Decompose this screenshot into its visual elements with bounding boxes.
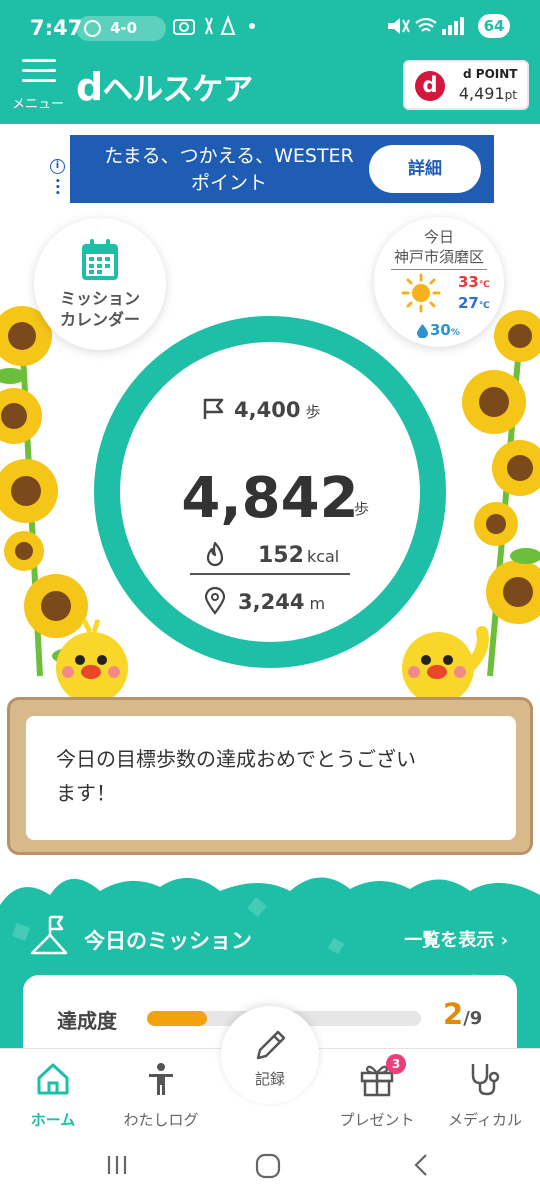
raindrop-icon — [417, 324, 428, 338]
system-status-icons: 64 — [386, 14, 510, 38]
dpoint-label-d: d — [463, 67, 472, 81]
pencil-icon — [256, 1030, 286, 1060]
ad-menu-dots-icon: • • • — [55, 177, 61, 199]
achievement-label: 達成度 — [57, 1009, 117, 1033]
mission-calendar-button[interactable]: ミッション カレンダー — [34, 218, 166, 350]
weather-high-value: 33 — [458, 273, 479, 291]
chevron-right-icon: › — [500, 930, 508, 951]
ad-info-icon[interactable]: i • • • — [45, 135, 70, 203]
flame-icon — [206, 541, 224, 567]
distance-value: 3,244 — [238, 590, 305, 614]
system-navigation-bar — [0, 1134, 540, 1200]
walking-distance: 3,244 m — [238, 590, 325, 614]
ad-detail-button[interactable]: 詳細 — [369, 145, 481, 193]
weather-today-label: 今日 — [423, 228, 454, 246]
calories-burned: 152 kcal — [258, 543, 339, 568]
dpoint-amount: 4,491pt — [459, 84, 517, 103]
sun-icon — [401, 273, 441, 313]
achievement-progress-fill — [147, 1011, 208, 1026]
dpoint-balance-button[interactable]: d d POINT 4,491pt — [403, 60, 529, 110]
battery-icon: 64 — [478, 14, 510, 38]
menu-label[interactable]: メニュー — [12, 93, 64, 112]
distance-unit: m — [309, 594, 326, 613]
status-bar: 7:47 4-0 64 — [0, 0, 540, 56]
app-logo-d: d — [76, 65, 103, 109]
weather-rain-unit: % — [450, 328, 460, 338]
calendar-icon — [82, 239, 118, 280]
ad-text-line1: たまる、つかえる、WESTER — [104, 145, 354, 167]
ad-info-i: i — [50, 159, 65, 174]
message-board-panel: 今日の目標歩数の達成おめでとうござい ます！ — [26, 716, 516, 840]
achievement-achieved: 2 — [443, 997, 464, 1031]
calories-unit: kcal — [306, 547, 340, 566]
nav-home-label: ホーム — [30, 1111, 76, 1129]
achievement-count: 2/9 — [443, 997, 482, 1031]
ad-banner[interactable]: i • • • たまる、つかえる、WESTER ポイント 詳細 — [45, 135, 494, 203]
record-button[interactable]: 記録 — [221, 1006, 319, 1104]
weather-low-unit: ℃ — [478, 301, 490, 311]
dpoint-label: d POINT — [463, 67, 517, 81]
nav-my-log-label: わたしログ — [123, 1111, 199, 1129]
present-count-badge: 3 — [386, 1054, 406, 1074]
achievement-total: /9 — [463, 1008, 483, 1029]
dpoint-unit: pt — [504, 88, 517, 102]
score-text: 4-0 — [110, 19, 138, 37]
step-count-unit: 歩 — [354, 500, 370, 518]
step-goal-value: 4,400 — [234, 398, 301, 422]
step-goal: 4,400 歩 — [202, 398, 320, 422]
app-logo: dヘルスケア — [76, 64, 253, 109]
home-icon — [37, 1063, 69, 1095]
menu-icon[interactable] — [22, 59, 58, 85]
mission-calendar-label-line1: ミッション — [59, 289, 140, 308]
weather-low: 27℃ — [458, 294, 490, 312]
step-counter-ring[interactable]: 4,400 歩 4,842 歩 152 kcal 3,244 m — [92, 314, 448, 670]
mission-title: 今日のミッション — [84, 929, 252, 953]
mission-calendar-label-line2: カレンダー — [59, 310, 140, 329]
notification-icons — [172, 14, 272, 43]
location-pin-icon — [204, 587, 226, 615]
stethoscope-icon — [471, 1064, 500, 1096]
view-all-missions-link[interactable]: 一覧を表示 › — [404, 926, 508, 952]
view-all-label: 一覧を表示 — [404, 930, 495, 951]
mission-calendar-label: ミッション カレンダー — [34, 288, 166, 330]
weather-rain-chance: 30% — [430, 321, 460, 339]
nav-present-label: プレゼント — [339, 1111, 415, 1129]
score-notification: 4-0 — [76, 16, 166, 41]
calories-value: 152 — [258, 543, 304, 568]
congratulation-message: 今日の目標歩数の達成おめでとうござい ます！ — [56, 747, 416, 805]
dpoint-logo: d — [415, 71, 445, 101]
mission-flag-icon — [30, 915, 68, 955]
flag-icon — [203, 398, 224, 419]
camera-icon — [173, 15, 255, 35]
weather-high-unit: ℃ — [478, 280, 490, 290]
ring-divider — [190, 573, 350, 575]
baseball-icon — [84, 20, 101, 37]
app-logo-title: ヘルスケア — [102, 72, 253, 108]
status-time: 7:47 — [30, 16, 83, 40]
dpoint-label-text: POINT — [475, 67, 518, 81]
weather-high: 33℃ — [458, 273, 490, 291]
back-icon[interactable] — [408, 1152, 434, 1182]
weather-city: 神戸市須磨区 — [391, 246, 487, 270]
recent-apps-icon[interactable] — [104, 1152, 130, 1182]
step-goal-unit: 歩 — [305, 403, 321, 421]
step-count: 4,842 — [181, 466, 359, 531]
record-label: 記録 — [254, 1070, 285, 1088]
signal-icon — [388, 17, 465, 35]
weather-widget[interactable]: 今日 神戸市須磨区 33℃ 27℃ 30% — [374, 217, 504, 347]
weather-low-value: 27 — [458, 294, 479, 312]
nav-medical-label: メディカル — [448, 1111, 522, 1129]
home-system-icon[interactable] — [254, 1152, 282, 1184]
ad-text-line2: ポイント — [190, 172, 267, 194]
person-icon — [149, 1063, 173, 1095]
app-header: メニュー dヘルスケア d d POINT 4,491pt — [0, 56, 540, 124]
dpoint-amount-value: 4,491 — [458, 84, 505, 103]
ad-text: たまる、つかえる、WESTER ポイント — [75, 143, 383, 197]
message-board: 今日の目標歩数の達成おめでとうござい ます！ — [7, 697, 533, 855]
weather-rain-value: 30 — [430, 321, 451, 339]
